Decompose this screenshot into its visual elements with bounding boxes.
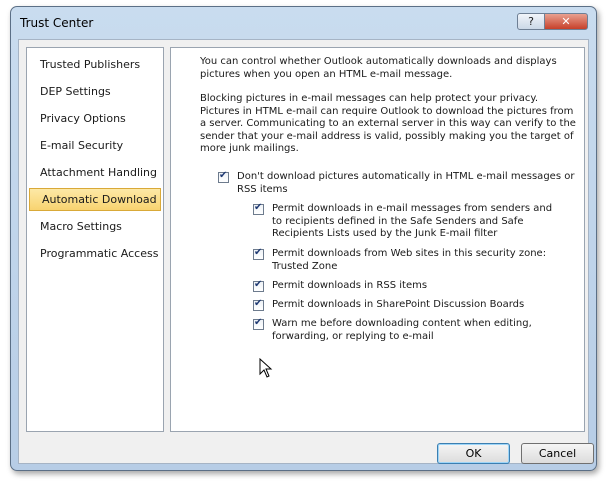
checkbox-sharepoint[interactable]: ✔ bbox=[253, 298, 264, 311]
checkbox-label: Permit downloads from Web sites in this … bbox=[272, 248, 547, 272]
checkbox-trusted-zone[interactable]: ✔ bbox=[253, 247, 264, 260]
close-icon: ✕ bbox=[561, 15, 571, 28]
checkbox-row-warn-before-download[interactable]: ✔ Warn me before downloading content whe… bbox=[253, 317, 553, 343]
checkbox-label: Permit downloads in SharePoint Discussio… bbox=[272, 299, 525, 310]
checkbox-label: Permit downloads in RSS items bbox=[272, 280, 428, 291]
window-title: Trust Center bbox=[20, 16, 94, 30]
checkbox-label: Don't download pictures automatically in… bbox=[237, 171, 575, 195]
checkbox-row-rss-items[interactable]: ✔ Permit downloads in RSS items bbox=[253, 279, 553, 293]
checkbox-row-trusted-zone[interactable]: ✔ Permit downloads from Web sites in thi… bbox=[253, 247, 553, 273]
checkmark-icon: ✔ bbox=[254, 279, 263, 290]
dialog-body: Trusted Publishers DEP Settings Privacy … bbox=[18, 39, 594, 464]
sidebar-item-macro-settings[interactable]: Macro Settings bbox=[28, 215, 160, 238]
sidebar-item-privacy-options[interactable]: Privacy Options bbox=[28, 107, 160, 130]
checkbox-label: Warn me before downloading content when … bbox=[272, 318, 532, 342]
checkmark-icon: ✔ bbox=[254, 317, 263, 328]
sidebar-item-attachment-handling[interactable]: Attachment Handling bbox=[28, 161, 160, 184]
checkbox-row-dont-download[interactable]: ✔ Don't download pictures automatically … bbox=[218, 170, 578, 196]
checkmark-icon: ✔ bbox=[254, 298, 263, 309]
close-button[interactable]: ✕ bbox=[544, 13, 588, 30]
checkbox-dont-download[interactable]: ✔ bbox=[218, 170, 229, 183]
sidebar-item-email-security[interactable]: E-mail Security bbox=[28, 134, 160, 157]
category-sidebar: Trusted Publishers DEP Settings Privacy … bbox=[26, 47, 164, 432]
help-button[interactable]: ? bbox=[517, 13, 545, 30]
cancel-button[interactable]: Cancel bbox=[521, 443, 594, 464]
mouse-pointer-icon bbox=[259, 358, 273, 378]
intro-text: You can control whether Outlook automati… bbox=[200, 56, 557, 80]
checkbox-row-sharepoint[interactable]: ✔ Permit downloads in SharePoint Discuss… bbox=[253, 298, 573, 312]
checkbox-row-safe-senders[interactable]: ✔ Permit downloads in e-mail messages fr… bbox=[253, 202, 553, 241]
ok-button[interactable]: OK bbox=[437, 443, 510, 464]
checkmark-icon: ✔ bbox=[219, 170, 228, 181]
sidebar-item-automatic-download[interactable]: Automatic Download bbox=[29, 188, 161, 211]
checkbox-warn-before-download[interactable]: ✔ bbox=[253, 317, 264, 330]
blocking-explanation: Blocking pictures in e-mail messages can… bbox=[200, 93, 576, 154]
checkbox-label: Permit downloads in e-mail messages from… bbox=[272, 203, 553, 239]
checkmark-icon: ✔ bbox=[254, 247, 263, 258]
checkbox-safe-senders[interactable]: ✔ bbox=[253, 202, 264, 215]
sidebar-item-programmatic-access[interactable]: Programmatic Access bbox=[28, 242, 160, 265]
sidebar-item-trusted-publishers[interactable]: Trusted Publishers bbox=[28, 53, 160, 76]
trust-center-window: Trust Center ? ✕ Trusted Publishers DEP … bbox=[10, 6, 597, 471]
help-icon: ? bbox=[528, 15, 534, 28]
checkmark-icon: ✔ bbox=[254, 202, 263, 213]
checkbox-rss-items[interactable]: ✔ bbox=[253, 279, 264, 292]
settings-panel: You can control whether Outlook automati… bbox=[170, 47, 585, 432]
sidebar-item-dep-settings[interactable]: DEP Settings bbox=[28, 80, 160, 103]
